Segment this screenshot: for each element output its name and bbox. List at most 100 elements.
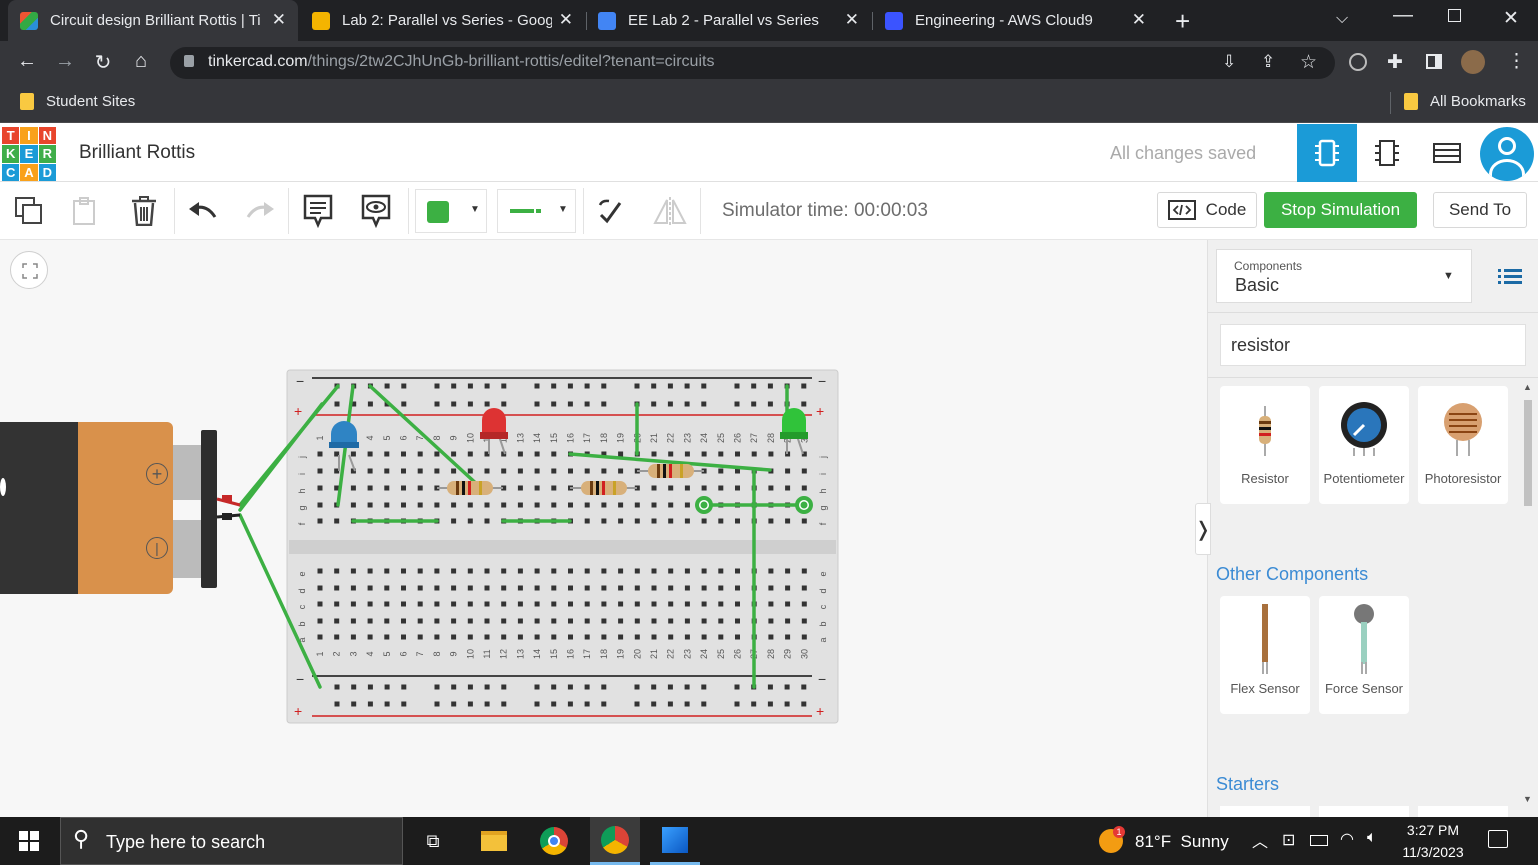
breadboard-hole[interactable] [534,451,540,457]
breadboard-hole[interactable] [618,518,624,524]
breadboard-hole[interactable] [484,585,490,591]
breadboard-hole[interactable] [785,634,791,640]
breadboard-hole[interactable] [701,451,707,457]
breadboard-hole[interactable] [334,518,340,524]
breadboard-hole[interactable] [634,684,640,690]
breadboard-hole[interactable] [551,485,557,491]
breadboard-hole[interactable] [601,383,607,389]
breadboard-hole[interactable] [451,684,457,690]
forward-arrow-icon[interactable]: → [52,50,78,73]
breadboard-hole[interactable] [718,451,724,457]
breadboard-hole[interactable] [501,701,507,707]
breadboard-hole[interactable] [517,468,523,474]
bookmark-all[interactable]: All Bookmarks [1404,93,1526,110]
breadboard-hole[interactable] [684,502,690,508]
breadboard-hole[interactable] [751,401,757,407]
breadboard-hole[interactable] [551,634,557,640]
breadboard-hole[interactable] [401,485,406,491]
breadboard-hole[interactable] [350,568,356,574]
breadboard-hole[interactable] [801,585,807,591]
circuit-canvas[interactable]: + | − + − + − + − + 11223344556677889910… [0,240,1207,817]
breadboard-hole[interactable] [434,502,440,508]
breadboard-hole[interactable] [734,401,740,407]
breadboard-hole[interactable] [584,568,590,574]
breadboard-hole[interactable] [350,585,356,591]
install-app-icon[interactable]: ⇩ [1222,52,1236,72]
breadboard-hole[interactable] [684,518,690,524]
breadboard-hole[interactable] [484,518,490,524]
breadboard-hole[interactable] [618,585,624,591]
undo-button[interactable] [183,192,223,230]
breadboard-hole[interactable] [417,502,423,508]
breadboard-hole[interactable] [384,634,390,640]
breadboard-hole[interactable] [434,468,440,474]
breadboard-hole[interactable] [551,568,557,574]
breadboard-hole[interactable] [668,451,674,457]
back-arrow-icon[interactable]: ← [14,50,40,73]
redo-button[interactable] [240,192,280,230]
breadboard-hole[interactable] [785,585,791,591]
breadboard-hole[interactable] [534,568,540,574]
breadboard-hole[interactable] [584,618,590,624]
schematic-view-button[interactable] [1357,124,1417,182]
breadboard-hole[interactable] [568,502,573,508]
breadboard-hole[interactable] [651,618,657,624]
breadboard-hole[interactable] [467,601,473,607]
breadboard-hole[interactable] [768,518,774,524]
chrome-profile-icon[interactable] [590,817,640,865]
breadboard-hole[interactable] [401,383,407,389]
breadboard-hole[interactable] [651,585,657,591]
battery-status-icon[interactable] [1310,835,1328,846]
breadboard-hole[interactable] [317,585,323,591]
breadboard-hole[interactable] [317,618,323,624]
close-tab-icon[interactable]: ✕ [559,10,573,30]
breadboard-hole[interactable] [634,601,640,607]
starters-header[interactable]: Starters [1216,774,1279,795]
breadboard-hole[interactable] [584,468,590,474]
breadboard-hole[interactable] [501,502,507,508]
breadboard-hole[interactable] [651,401,657,407]
breadboard-hole[interactable] [584,601,590,607]
breadboard-hole[interactable] [451,701,457,707]
reload-icon[interactable]: ↻ [90,50,116,75]
breadboard-hole[interactable] [634,502,640,508]
breadboard-hole[interactable] [584,684,590,690]
breadboard-hole[interactable] [367,468,373,474]
breadboard-hole[interactable] [467,451,473,457]
clock-time[interactable]: 3:27 PM [1398,822,1468,838]
breadboard-hole[interactable] [367,634,373,640]
breadboard-hole[interactable] [451,468,457,474]
breadboard-hole[interactable] [601,701,607,707]
breadboard-hole[interactable] [451,601,457,607]
breadboard-hole[interactable] [618,568,624,574]
breadboard-hole[interactable] [350,618,356,624]
breadboard-hole[interactable] [484,502,490,508]
breadboard-hole[interactable] [785,568,791,574]
breadboard-hole[interactable] [451,383,457,389]
breadboard-hole[interactable] [735,634,740,640]
scroll-down-icon[interactable]: ▼ [1523,794,1532,804]
breadboard-hole[interactable] [551,401,557,407]
volume-icon[interactable]: 🔈︎ [1367,829,1377,847]
breadboard-hole[interactable] [651,502,657,508]
breadboard-hole[interactable] [501,468,507,474]
breadboard-hole[interactable] [801,485,807,491]
breadboard-hole[interactable] [668,518,674,524]
breadboard-hole[interactable] [618,468,624,474]
breadboard-hole[interactable] [367,618,373,624]
breadboard-hole[interactable] [701,684,707,690]
breadboard-hole[interactable] [601,468,607,474]
close-window-icon[interactable]: ✕ [1503,7,1519,30]
close-tab-icon[interactable]: ✕ [272,10,286,30]
new-tab-icon[interactable]: + [1175,6,1190,37]
breadboard-hole[interactable] [668,601,674,607]
restore-icon[interactable] [1448,9,1461,22]
breadboard-hole[interactable] [517,568,523,574]
breadboard-hole[interactable] [517,485,523,491]
breadboard-hole[interactable] [785,518,791,524]
rotate-button[interactable] [590,192,630,230]
tab-classroom[interactable]: EE Lab 2 - Parallel vs Series ✕ [586,0,871,41]
breadboard-hole[interactable] [634,383,640,389]
tab-search-chevron-icon[interactable]: ⌵ [1336,10,1348,28]
breadboard-hole[interactable] [384,618,390,624]
